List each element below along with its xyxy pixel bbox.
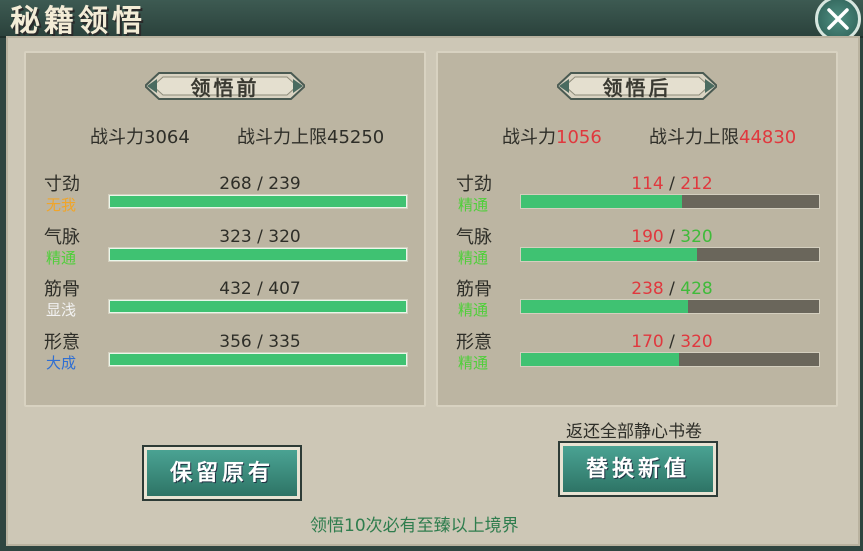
stat-level: 大成 [46,354,77,372]
power-label: 战斗力 [502,127,556,148]
stat-level: 精通 [458,301,489,319]
stat-progress-bar [108,247,408,262]
stat-value: 114 / 212 [631,174,713,194]
stat-progress-fill [521,195,682,208]
stat-value: 323 / 320 [219,227,301,247]
before-stat-qimai: 气脉 精通 323 / 320 [26,223,424,275]
stat-progress-bar [108,299,408,314]
title-bar: 秘籍领悟 [0,0,863,42]
stat-progress-bar [108,352,408,367]
content-panel: 领悟前 战斗力3064 战斗力上限45250 寸劲 无我 268 / 239 气… [6,36,860,546]
power-label: 战斗力 [90,127,144,148]
after-stat-qimai: 气脉 精通 190 / 320 [438,223,836,275]
stat-name: 形意 [44,332,80,353]
stat-name: 筋骨 [456,279,492,300]
stat-progress-fill [521,353,679,366]
before-stat-xingyi: 形意 大成 356 / 335 [26,328,424,380]
after-power: 战斗力1056 [502,123,602,149]
stat-progress-fill [109,248,407,261]
before-power-limit: 战斗力上限45250 [237,123,384,149]
stat-progress-fill [521,248,697,261]
stat-level: 精通 [46,249,77,267]
before-banner: 领悟前 [145,69,305,103]
replace-new-button[interactable]: 替换新值 [558,441,718,497]
power-value: 1056 [556,127,602,148]
power-limit-label: 战斗力上限 [649,127,739,148]
refund-note: 返还全部静心书卷 [566,422,702,442]
stat-progress-bar [520,247,820,262]
before-power: 战斗力3064 [90,123,190,149]
stat-progress-fill [109,353,407,366]
stat-name: 寸劲 [44,174,80,195]
after-banner-label: 领悟后 [602,76,672,100]
dialog-title: 秘籍领悟 [10,4,146,39]
stat-value: 268 / 239 [219,174,301,194]
stat-value: 190 / 320 [631,227,713,247]
stat-name: 筋骨 [44,279,80,300]
close-icon [827,8,849,30]
stat-value: 170 / 320 [631,332,713,352]
power-limit-value: 44830 [739,127,797,148]
footer-note: 领悟10次必有至臻以上境界 [310,516,519,536]
after-panel: 领悟后 战斗力1056 战斗力上限44830 寸劲 精通 114 / 212 气… [436,51,838,407]
before-stat-jingu: 筋骨 显浅 432 / 407 [26,275,424,327]
stat-level: 显浅 [46,301,77,319]
stat-name: 气脉 [44,227,80,248]
stat-progress-bar [520,194,820,209]
before-banner-label: 领悟前 [190,76,260,100]
stat-progress-bar [520,352,820,367]
stat-level: 精通 [458,249,489,267]
power-limit-label: 战斗力上限 [237,127,327,148]
stat-progress-fill [521,300,688,313]
after-stat-cunjin: 寸劲 精通 114 / 212 [438,170,836,222]
after-power-limit: 战斗力上限44830 [649,123,796,149]
stat-value: 238 / 428 [631,279,713,299]
keep-original-button[interactable]: 保留原有 [142,445,302,501]
stat-progress-bar [108,194,408,209]
dialog-frame: 秘籍领悟 领悟前 战斗力3064 战斗力上限45250 寸劲 无我 268 / … [0,0,863,551]
power-value: 3064 [144,127,190,148]
stat-level: 精通 [458,354,489,372]
stat-name: 气脉 [456,227,492,248]
stat-value: 356 / 335 [219,332,301,352]
stat-progress-fill [109,195,407,208]
stat-name: 形意 [456,332,492,353]
stat-level: 精通 [458,196,489,214]
after-stat-jingu: 筋骨 精通 238 / 428 [438,275,836,327]
before-stat-cunjin: 寸劲 无我 268 / 239 [26,170,424,222]
stat-level: 无我 [46,196,77,214]
after-banner: 领悟后 [557,69,717,103]
stat-name: 寸劲 [456,174,492,195]
stat-value: 432 / 407 [219,279,301,299]
stat-progress-bar [520,299,820,314]
before-panel: 领悟前 战斗力3064 战斗力上限45250 寸劲 无我 268 / 239 气… [24,51,426,407]
power-limit-value: 45250 [327,127,385,148]
after-stat-xingyi: 形意 精通 170 / 320 [438,328,836,380]
stat-progress-fill [109,300,407,313]
